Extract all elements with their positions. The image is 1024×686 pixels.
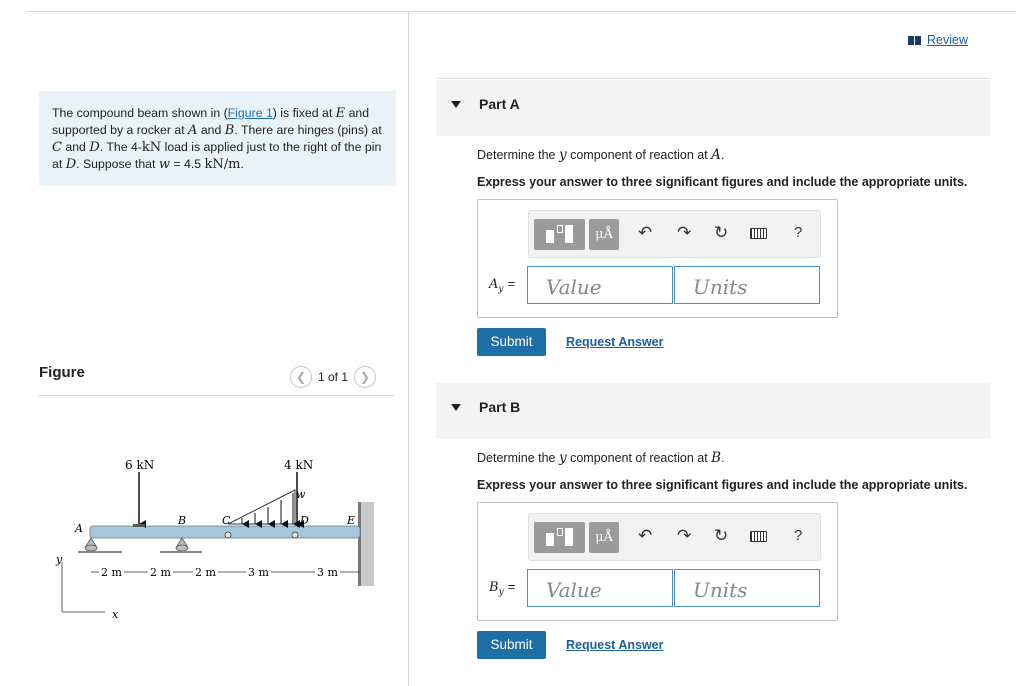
part-a-answer-box: μÅ ↶ ↷ ↻ ? Ay = Value Units [477,199,838,318]
units-button[interactable]: μÅ [589,522,619,553]
dim-label-2: 2 m [150,566,171,579]
x-axis-label: x [112,608,119,621]
rocker-a-base [84,544,98,552]
figure-separator [39,395,394,396]
figure-pager: ❮ 1 of 1 ❯ [290,366,377,388]
y-axis-label: y [55,553,63,566]
pager-text: 1 of 1 [318,370,349,384]
review-link[interactable]: Review [908,33,968,47]
units-button[interactable]: μÅ [589,219,619,250]
panel-divider [408,11,409,686]
part-b-header[interactable]: Part B [436,383,990,439]
part-a-header[interactable]: Part A [436,80,990,136]
part-b-variable-label: By = [489,579,516,598]
load-6kn-label: 6 kN [125,458,154,472]
reset-icon[interactable]: ↻ [714,223,728,243]
point-d-label: D [299,514,309,527]
wall-support [360,502,374,586]
beam-figure: 6 kN 4 kN w A B C D E 2 m 2 m 2 m 3 m 3 … [55,458,374,621]
keyboard-icon[interactable] [750,531,767,542]
figure-link[interactable]: Figure 1 [228,106,273,120]
keyboard-icon[interactable] [750,228,767,239]
part-a-request-answer-link[interactable]: Request Answer [566,335,663,349]
undo-icon[interactable]: ↶ [638,526,652,546]
load-4kn-label: 4 kN [284,458,313,472]
reset-icon[interactable]: ↻ [714,526,728,546]
part-a-submit-button[interactable]: Submit [477,328,546,356]
templates-button[interactable] [534,219,585,250]
collapse-triangle-icon [451,101,461,108]
next-figure-button[interactable]: ❯ [354,366,377,388]
figure-header: Figure [39,364,85,381]
point-c-label: C [222,514,231,527]
part-b-answer-box: μÅ ↶ ↷ ↻ ? By = Value Units [477,502,838,621]
part-a-prompt: Determine the y component of reaction at… [477,147,725,163]
math-toolbar: μÅ ↶ ↷ ↻ ? [528,513,821,561]
wall-edge [358,502,361,586]
part-b-instruction: Express your answer to three significant… [477,478,968,492]
part-b-submit-button[interactable]: Submit [477,631,546,659]
collapse-triangle-icon [451,404,461,411]
problem-statement: The compound beam shown in (Figure 1) is… [39,91,396,186]
undo-icon[interactable]: ↶ [638,223,652,243]
part-b-value-input[interactable]: Value [527,569,673,607]
load-6kn-plate [133,524,145,527]
templates-button[interactable] [534,522,585,553]
point-b-label: B [177,514,186,527]
prev-figure-button[interactable]: ❮ [290,366,312,388]
dim-label-1: 2 m [101,566,122,579]
dim-label-3: 2 m [195,566,216,579]
part-a-units-input[interactable]: Units [674,266,820,304]
left-panel: The compound beam shown in (Figure 1) is… [0,0,408,686]
distributed-load-outline [227,489,296,525]
part-b-units-input[interactable]: Units [674,569,820,607]
book-icon [908,35,921,45]
math-toolbar: μÅ ↶ ↷ ↻ ? [528,210,821,258]
part-a-variable-label: Ay = [489,276,516,295]
review-separator [436,78,990,79]
help-icon[interactable]: ? [794,223,802,243]
dim-label-4: 3 m [248,566,269,579]
point-e-label: E [346,514,355,527]
dim-label-5: 3 m [317,566,338,579]
review-label: Review [927,33,968,47]
hinge-d [291,531,299,539]
part-a-value-input[interactable]: Value [527,266,673,304]
part-b-prompt: Determine the y component of reaction at… [477,450,725,466]
hinge-c [224,531,232,539]
part-a-instruction: Express your answer to three significant… [477,175,968,189]
rocker-b-base [175,544,189,552]
part-a-title: Part A [479,96,520,112]
w-label: w [296,488,306,501]
part-b-title: Part B [479,399,521,415]
redo-icon[interactable]: ↷ [677,526,691,546]
point-a-label: A [74,522,83,535]
redo-icon[interactable]: ↷ [677,223,691,243]
part-b-request-answer-link[interactable]: Request Answer [566,638,663,652]
help-icon[interactable]: ? [794,526,802,546]
